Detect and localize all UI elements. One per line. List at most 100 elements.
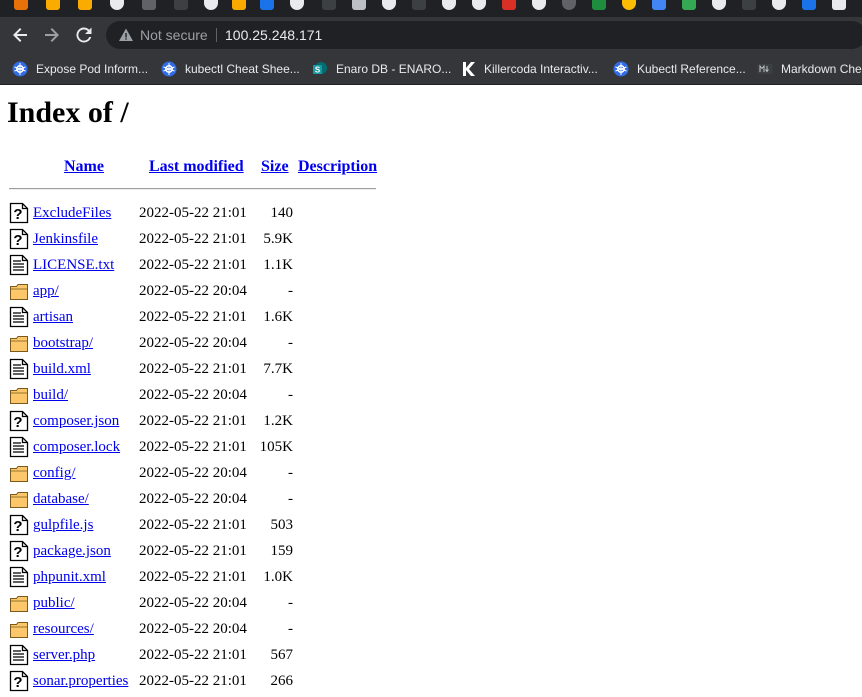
tab-favicon-icon[interactable] xyxy=(442,0,456,10)
tab-favicon-icon[interactable] xyxy=(712,0,726,10)
file-link[interactable]: database/ xyxy=(33,490,89,508)
file-link[interactable]: server.php xyxy=(33,646,95,664)
folder-icon xyxy=(9,280,29,302)
address-bar[interactable] xyxy=(106,21,862,49)
tab-favicon-icon[interactable] xyxy=(78,0,92,10)
folder-icon xyxy=(9,592,29,614)
bookmark-markdown-cheat[interactable]: Markdown Che xyxy=(757,53,862,84)
sort-by-modified-link[interactable]: Last modified xyxy=(149,157,244,177)
tab-favicon-icon[interactable] xyxy=(412,0,426,10)
forward-button[interactable] xyxy=(40,23,64,47)
tab-favicon-icon[interactable] xyxy=(142,0,156,10)
tab-favicon-icon[interactable] xyxy=(382,0,396,10)
sort-by-description-link[interactable]: Description xyxy=(298,157,377,177)
file-link[interactable]: composer.json xyxy=(33,412,119,430)
file-link[interactable]: Jenkinsfile xyxy=(33,230,98,248)
file-link[interactable]: app/ xyxy=(33,282,59,300)
svg-text:?: ? xyxy=(13,414,22,431)
bookmark-enaro-db[interactable]: S Enaro DB - ENARO... xyxy=(312,53,451,84)
tab-favicon-icon[interactable] xyxy=(110,0,124,10)
file-link[interactable]: LICENSE.txt xyxy=(33,256,114,274)
table-row: LICENSE.txt 2022-05-22 21:01 1.1K xyxy=(0,252,400,278)
file-link[interactable]: package.json xyxy=(33,542,111,560)
file-link[interactable]: ExcludeFiles xyxy=(33,204,111,222)
unknown-file-icon: ? xyxy=(9,540,29,562)
tab-favicon-icon[interactable] xyxy=(532,0,546,10)
file-link[interactable]: public/ xyxy=(33,594,75,612)
table-row: ? ExcludeFiles 2022-05-22 21:01 140 xyxy=(0,200,400,226)
svg-text:S: S xyxy=(315,65,321,74)
unknown-file-icon: ? xyxy=(9,410,29,432)
last-modified: 2022-05-22 20:04 xyxy=(139,621,247,637)
file-size: 159 xyxy=(270,543,294,559)
tab-favicon-icon[interactable] xyxy=(352,0,366,10)
tab-favicon-icon[interactable] xyxy=(562,0,576,10)
file-link[interactable]: composer.lock xyxy=(33,438,120,456)
bookmark-label: Kubectl Reference... xyxy=(637,61,746,76)
kubernetes-icon xyxy=(161,61,177,77)
bookmark-kubectl-reference[interactable]: Kubectl Reference... xyxy=(613,53,746,84)
bookmark-kubectl-cheat[interactable]: kubectl Cheat Shee... xyxy=(161,53,300,84)
sharepoint-icon: S xyxy=(312,61,328,77)
security-status[interactable]: Not secure xyxy=(140,26,208,44)
tab-favicon-icon[interactable] xyxy=(232,0,246,10)
file-size: 266 xyxy=(270,673,294,689)
table-row: ? sonar.properties 2022-05-22 21:01 266 xyxy=(0,668,400,694)
warning-icon[interactable] xyxy=(118,27,134,43)
file-link[interactable]: gulpfile.js xyxy=(33,516,93,534)
last-modified: 2022-05-22 21:01 xyxy=(139,647,247,663)
file-size: 567 xyxy=(270,647,294,663)
file-size: 140 xyxy=(270,205,294,221)
tab-favicon-icon[interactable] xyxy=(682,0,696,10)
table-row: build/2022-05-22 20:04 - xyxy=(0,382,400,408)
last-modified: 2022-05-22 20:04 xyxy=(139,335,247,351)
file-link[interactable]: config/ xyxy=(33,464,76,482)
file-link[interactable]: resources/ xyxy=(33,620,94,638)
tab-favicon-icon[interactable] xyxy=(772,0,786,10)
tab-favicon-icon[interactable] xyxy=(802,0,816,10)
tab-favicon-icon[interactable] xyxy=(290,0,304,10)
tab-favicon-icon[interactable] xyxy=(174,0,188,10)
tab-favicon-icon[interactable] xyxy=(472,0,486,10)
table-row: ? package.json 2022-05-22 21:01 159 xyxy=(0,538,400,564)
last-modified: 2022-05-22 20:04 xyxy=(139,491,247,507)
bookmark-killercoda[interactable]: Killercoda Interactiv... xyxy=(460,53,598,84)
tab-favicon-icon[interactable] xyxy=(260,0,274,10)
file-size: 5.9K xyxy=(263,231,293,247)
file-link[interactable]: bootstrap/ xyxy=(33,334,93,352)
file-link[interactable]: build.xml xyxy=(33,360,91,378)
file-link[interactable]: artisan xyxy=(33,308,73,326)
last-modified: 2022-05-22 21:01 xyxy=(139,361,247,377)
bookmark-expose-pod[interactable]: Expose Pod Inform... xyxy=(12,53,148,84)
tab-favicon-icon[interactable] xyxy=(204,0,218,10)
sort-by-name-link[interactable]: Name xyxy=(64,157,104,177)
file-size: 7.7K xyxy=(263,361,293,377)
tab-favicon-icon[interactable] xyxy=(592,0,606,10)
sort-by-size-link[interactable]: Size xyxy=(261,157,289,177)
file-size: - xyxy=(288,595,293,611)
tab-favicon-icon[interactable] xyxy=(742,0,756,10)
tab-favicon-icon[interactable] xyxy=(14,0,28,10)
table-row: artisan 2022-05-22 21:01 1.6K xyxy=(0,304,400,330)
tab-favicon-icon[interactable] xyxy=(622,0,636,10)
tab-favicon-icon[interactable] xyxy=(322,0,336,10)
arrow-left-icon xyxy=(13,28,27,42)
folder-icon xyxy=(9,384,29,406)
folder-icon xyxy=(9,488,29,510)
tab-favicon-icon[interactable] xyxy=(652,0,666,10)
url-text[interactable]: 100.25.248.171 xyxy=(225,26,322,44)
text-file-icon xyxy=(9,306,29,328)
tab-favicon-icon[interactable] xyxy=(46,0,60,10)
back-button[interactable] xyxy=(8,23,32,47)
unknown-file-icon: ? xyxy=(9,514,29,536)
svg-text:?: ? xyxy=(13,518,22,535)
file-link[interactable]: phpunit.xml xyxy=(33,568,106,586)
reload-icon xyxy=(76,27,92,43)
file-link[interactable]: build/ xyxy=(33,386,68,404)
reload-button[interactable] xyxy=(72,23,96,47)
tab-favicon-icon[interactable] xyxy=(502,0,516,10)
file-size: 1.0K xyxy=(263,569,293,585)
file-link[interactable]: sonar.properties xyxy=(33,672,128,690)
table-row: bootstrap/2022-05-22 20:04 - xyxy=(0,330,400,356)
tab-favicon-icon[interactable] xyxy=(832,0,846,10)
